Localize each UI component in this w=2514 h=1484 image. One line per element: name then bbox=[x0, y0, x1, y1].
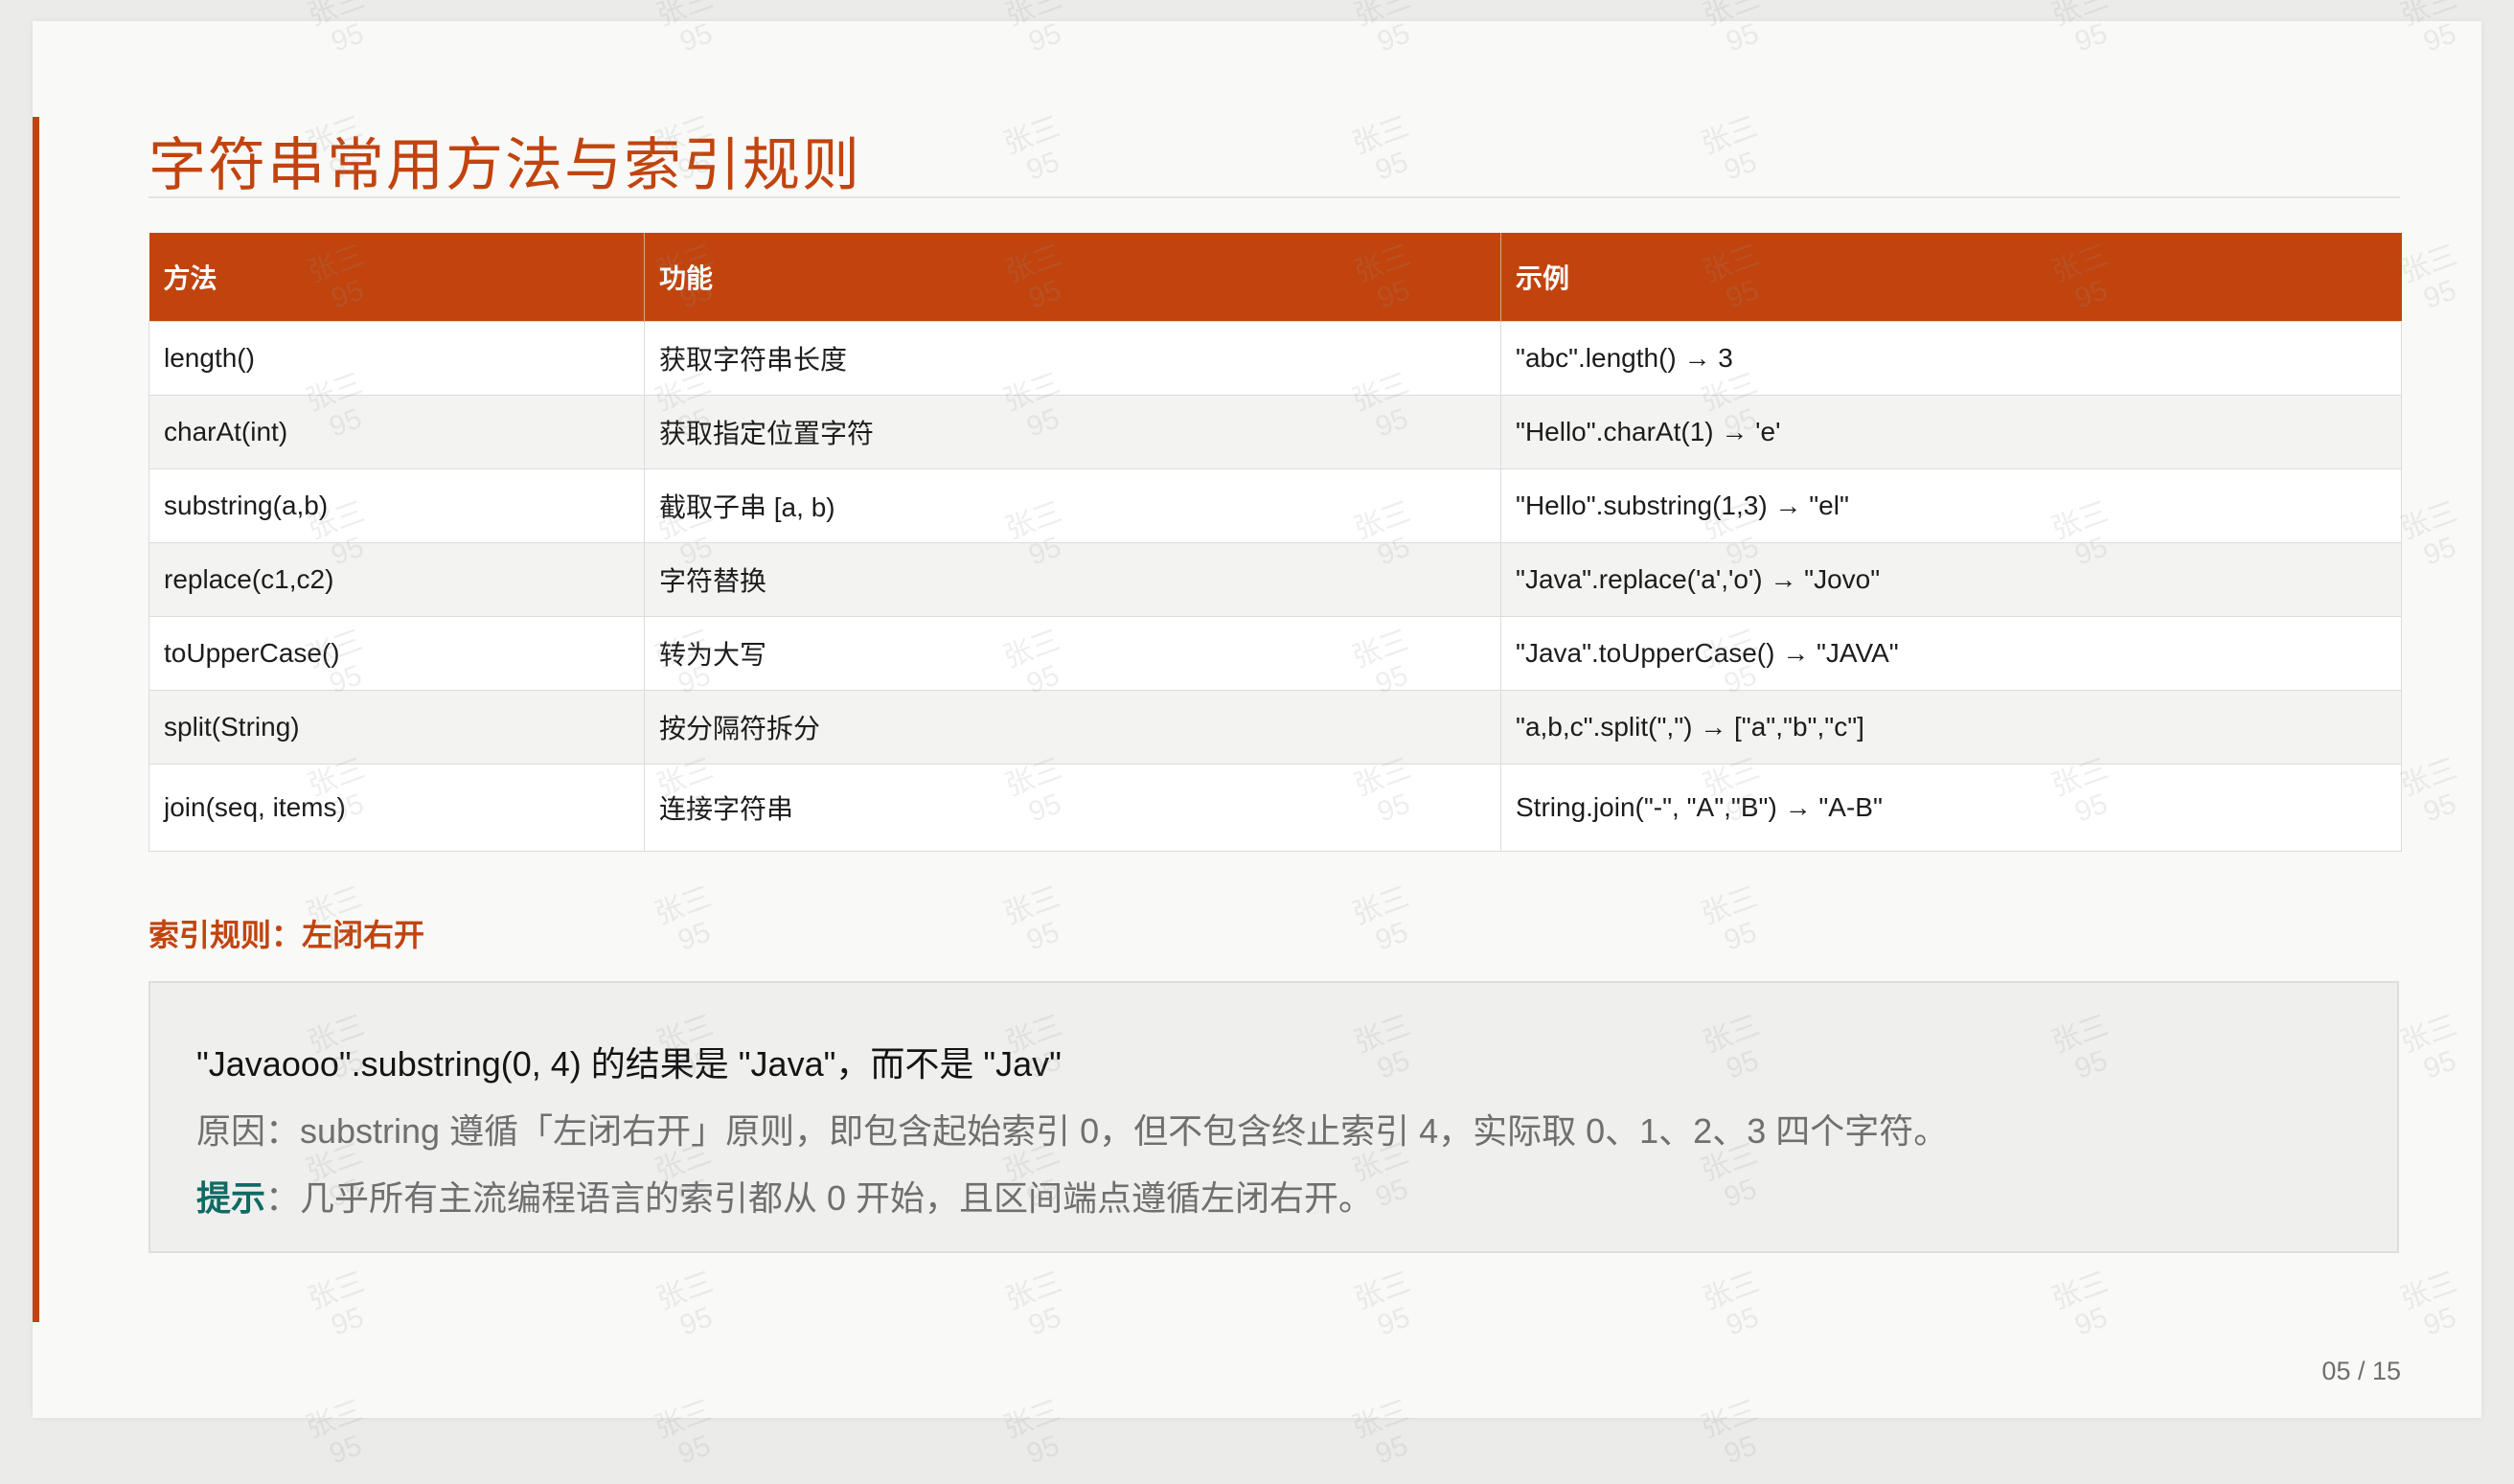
function-cell: 获取字符串长度 bbox=[644, 321, 1501, 396]
method-cell: replace(c1,c2) bbox=[149, 542, 645, 617]
method-cell: join(seq, items) bbox=[149, 764, 645, 852]
table-row: length() 获取字符串长度 "abc".length() → 3 bbox=[149, 321, 2402, 396]
index-rule-callout: "Javaooo".substring(0, 4) 的结果是 "Java"，而不… bbox=[149, 981, 2399, 1253]
function-cell: 截取子串 [a, b) bbox=[644, 468, 1501, 543]
page-title: 字符串常用方法与索引规则 bbox=[149, 133, 861, 197]
example-cell: String.join("-", "A","B") → "A-B" bbox=[1500, 764, 2402, 852]
table-row: replace(c1,c2) 字符替换 "Java".replace('a','… bbox=[149, 542, 2402, 617]
accent-bar bbox=[33, 117, 39, 1322]
methods-table: 方法 功能 示例 length() 获取字符串长度 "abc".length()… bbox=[149, 233, 2402, 852]
example-cell: "Java".toUpperCase() → "JAVA" bbox=[1500, 616, 2402, 691]
header-method: 方法 bbox=[149, 233, 645, 322]
example-cell: "Hello".substring(1,3) → "el" bbox=[1500, 468, 2402, 543]
function-cell: 连接字符串 bbox=[644, 764, 1501, 852]
table-row: toUpperCase() 转为大写 "Java".toUpperCase() … bbox=[149, 616, 2402, 691]
function-cell: 获取指定位置字符 bbox=[644, 395, 1501, 469]
callout-main-text: "Javaooo".substring(0, 4) 的结果是 "Java"，而不… bbox=[196, 1044, 1062, 1084]
example-cell: "Java".replace('a','o') → "Jovo" bbox=[1500, 542, 2402, 617]
method-cell: toUpperCase() bbox=[149, 616, 645, 691]
function-cell: 字符替换 bbox=[644, 542, 1501, 617]
title-divider bbox=[149, 196, 2400, 198]
page-number: 05 / 15 bbox=[2321, 1357, 2401, 1385]
callout-tip: 提示：几乎所有主流编程语言的索引都从 0 开始，且区间端点遵循左闭右开。 bbox=[196, 1171, 1373, 1221]
tip-label: 提示 bbox=[196, 1178, 266, 1218]
header-example: 示例 bbox=[1500, 233, 2402, 322]
callout-reason-text: 原因：substring 遵循「左闭右开」原则，即包含起始索引 0，但不包含终止… bbox=[196, 1111, 1949, 1151]
index-rule-heading: 索引规则：左闭右开 bbox=[149, 918, 425, 952]
method-cell: substring(a,b) bbox=[149, 468, 645, 543]
method-cell: split(String) bbox=[149, 690, 645, 765]
example-cell: "a,b,c".split(",") → ["a","b","c"] bbox=[1500, 690, 2402, 765]
table-row: substring(a,b) 截取子串 [a, b) "Hello".subst… bbox=[149, 468, 2402, 543]
table-header-row: 方法 功能 示例 bbox=[149, 233, 2402, 322]
example-cell: "Hello".charAt(1) → 'e' bbox=[1500, 395, 2402, 469]
tip-text: ：几乎所有主流编程语言的索引都从 0 开始，且区间端点遵循左闭右开。 bbox=[265, 1178, 1374, 1218]
table-row: join(seq, items) 连接字符串 String.join("-", … bbox=[149, 764, 2402, 852]
table-row: charAt(int) 获取指定位置字符 "Hello".charAt(1) →… bbox=[149, 395, 2402, 469]
function-cell: 转为大写 bbox=[644, 616, 1501, 691]
example-cell: "abc".length() → 3 bbox=[1500, 321, 2402, 396]
function-cell: 按分隔符拆分 bbox=[644, 690, 1501, 765]
method-cell: length() bbox=[149, 321, 645, 396]
method-cell: charAt(int) bbox=[149, 395, 645, 469]
header-function: 功能 bbox=[644, 233, 1501, 322]
table-row: split(String) 按分隔符拆分 "a,b,c".split(",") … bbox=[149, 690, 2402, 765]
